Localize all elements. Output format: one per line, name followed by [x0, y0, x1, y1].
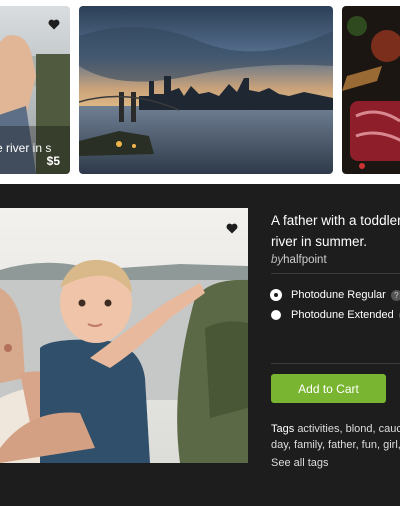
tag-links-line-1[interactable]: activities, blond, caucasi — [297, 423, 400, 435]
author-link[interactable]: halfpoint — [283, 254, 326, 266]
favorite-heart-icon[interactable] — [226, 223, 238, 234]
thumb-2-image — [79, 6, 333, 174]
divider — [271, 363, 400, 364]
author-byline: byhalfpoint — [271, 254, 400, 266]
heart-icon[interactable] — [48, 19, 60, 30]
tags-label: Tags — [271, 423, 295, 435]
carousel-thumb-1[interactable]: e river in s $5 — [0, 6, 70, 174]
carousel-thumb-2[interactable] — [79, 6, 333, 174]
radio-selected[interactable] — [271, 290, 281, 300]
license-option-regular[interactable]: Photodune Regular ? — [271, 289, 400, 301]
add-to-cart-button[interactable]: Add to Cart — [271, 374, 386, 403]
radio-unselected[interactable] — [271, 310, 281, 320]
license-label: Photodune Extended — [291, 309, 394, 321]
thumb-price: $5 — [46, 154, 60, 168]
thumb-caption: e river in s — [0, 141, 52, 155]
product-info: A father with a toddler river in summer.… — [271, 210, 400, 266]
carousel-thumb-3[interactable] — [342, 6, 400, 174]
tags-list: Tags activities, blond, caucasi day, fam… — [271, 421, 400, 453]
thumb-3-image — [342, 6, 400, 174]
product-title-line-1: A father with a toddler — [271, 213, 400, 228]
product-title[interactable]: A father with a toddler river in summer. — [271, 210, 400, 252]
tag-links-line-2[interactable]: day, family, father, fun, girl, h — [271, 437, 400, 453]
by-prefix: by — [271, 254, 284, 266]
product-title-line-2: river in summer. — [271, 234, 368, 249]
see-all-tags-link[interactable]: See all tags — [271, 457, 328, 469]
help-icon[interactable]: ? — [390, 289, 400, 301]
product-detail-panel: A father with a toddler river in summer.… — [0, 184, 400, 506]
license-label: Photodune Regular — [291, 289, 386, 301]
related-items-carousel: e river in s $5 — [0, 0, 400, 184]
license-option-extended[interactable]: Photodune Extended ? — [271, 309, 400, 321]
divider — [271, 273, 400, 274]
father-toddler-photo — [0, 208, 248, 463]
product-preview-image[interactable] — [0, 208, 248, 463]
